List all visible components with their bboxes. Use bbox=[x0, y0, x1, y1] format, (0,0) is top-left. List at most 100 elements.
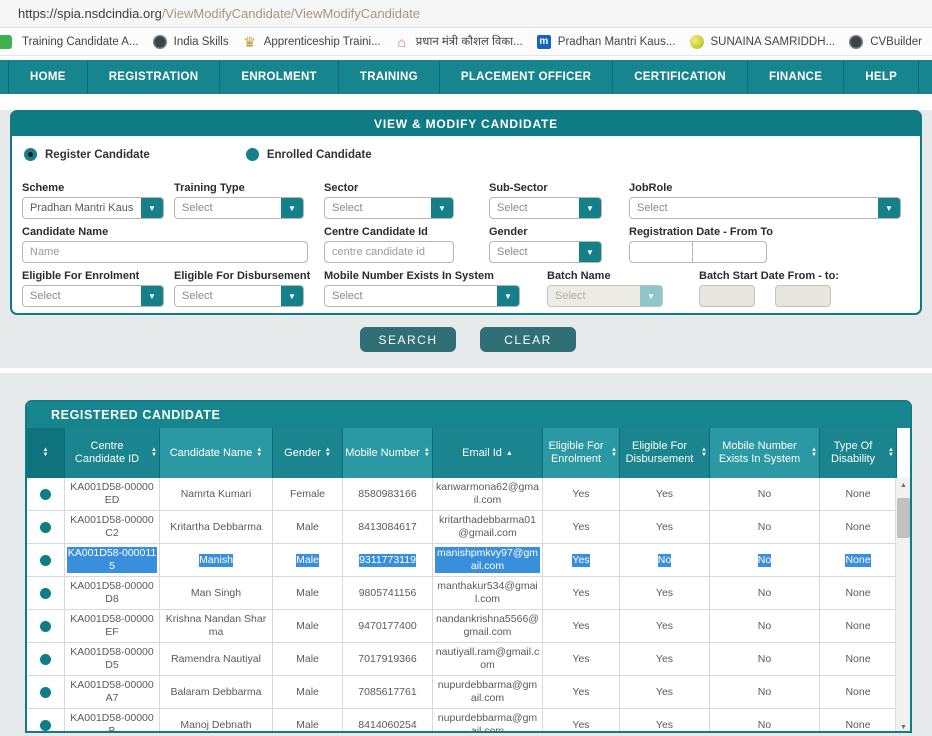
table-row[interactable]: KA001D58-00000C2Kritartha DebbarmaMale84… bbox=[27, 511, 910, 544]
cell-candidate-name: Namrta Kumari bbox=[160, 478, 273, 510]
scheme-select[interactable]: Pradhan Mantri Kaus ▼ bbox=[22, 197, 164, 219]
cell-mobile-number-exists-in-system: No bbox=[710, 676, 820, 708]
nav-item-training[interactable]: TRAINING bbox=[339, 60, 440, 94]
row-radio-icon[interactable] bbox=[40, 522, 51, 533]
bookmark-item[interactable]: SUNAINA SAMRIDDH... bbox=[689, 34, 836, 50]
column-header-eligible-for-disbursement[interactable]: Eligible For Disbursement▲▼ bbox=[620, 428, 710, 478]
table-row[interactable]: KA001D58-00000D8Man SinghMale9805741156m… bbox=[27, 577, 910, 610]
eligible-for-enrolment-select[interactable]: Select ▼ bbox=[22, 285, 164, 307]
row-radio-icon[interactable] bbox=[40, 720, 51, 731]
nav-item-placement-officer[interactable]: PLACEMENT OFFICER bbox=[440, 60, 613, 94]
nav-item-home[interactable]: HOME bbox=[8, 60, 88, 94]
sub-sector-label: Sub-Sector bbox=[489, 182, 602, 194]
cell-mobile-number: 9470177400 bbox=[343, 610, 433, 642]
eligible-for-disbursement-select[interactable]: Select ▼ bbox=[174, 285, 304, 307]
row-radio-icon[interactable] bbox=[40, 621, 51, 632]
cell-eligible-for-enrolment: Yes bbox=[543, 577, 620, 609]
column-header-select[interactable]: ▲▼ bbox=[27, 428, 65, 478]
row-radio-icon[interactable] bbox=[40, 588, 51, 599]
row-radio-icon[interactable] bbox=[40, 687, 51, 698]
row-radio-icon[interactable] bbox=[40, 489, 51, 500]
cell-mobile-number-exists-in-system: No bbox=[710, 709, 820, 733]
table-row[interactable]: KA001D58-00000BManoj DebnathMale84140602… bbox=[27, 709, 910, 733]
chevron-down-icon: ▼ bbox=[640, 285, 662, 307]
nav-item-registration[interactable]: REGISTRATION bbox=[88, 60, 221, 94]
row-radio-icon[interactable] bbox=[40, 555, 51, 566]
bookmark-item[interactable]: ♛Apprenticeship Traini... bbox=[242, 34, 381, 50]
cell-type-of-disability: None bbox=[820, 709, 897, 733]
batch-start-date-label: Batch Start Date From - to: bbox=[699, 270, 899, 282]
mobile-number-exists-select[interactable]: Select ▼ bbox=[324, 285, 520, 307]
table-row[interactable]: KA001D58-00000D5Ramendra NautiyalMale701… bbox=[27, 643, 910, 676]
row-select-cell bbox=[27, 577, 65, 609]
cell-text: Yes bbox=[656, 719, 673, 732]
bookmark-label: Training Candidate A... bbox=[22, 36, 139, 48]
scroll-thumb[interactable] bbox=[897, 498, 910, 538]
cell-mobile-number: 9311773119 bbox=[343, 544, 433, 576]
bookmark-item[interactable]: ⌂प्रधान मंत्री कौशल विका... bbox=[394, 34, 523, 50]
table-row[interactable]: KA001D58-0000115ManishMale9311773119mani… bbox=[27, 544, 910, 577]
table-scrollbar[interactable]: ▲ ▼ bbox=[895, 478, 910, 733]
candidate-name-input[interactable] bbox=[22, 241, 308, 263]
scroll-up-button[interactable]: ▲ bbox=[896, 478, 911, 493]
cell-text: nautiyall.ram@gmail.com bbox=[435, 646, 540, 672]
cell-text: No bbox=[758, 554, 771, 567]
centre-candidate-id-input[interactable] bbox=[324, 241, 454, 263]
table-row[interactable]: KA001D58-00000A7Balaram DebbarmaMale7085… bbox=[27, 676, 910, 709]
column-header-mobile-number-exists-in-system[interactable]: Mobile Number Exists In System▲▼ bbox=[710, 428, 820, 478]
bookmark-item[interactable]: CVBuilder bbox=[848, 34, 922, 50]
sector-select[interactable]: Select ▼ bbox=[324, 197, 454, 219]
bookmark-label: Pradhan Mantri Kaus... bbox=[558, 36, 676, 48]
scroll-down-button[interactable]: ▼ bbox=[896, 720, 911, 733]
bookmark-item[interactable]: mPradhan Mantri Kaus... bbox=[536, 34, 676, 50]
column-header-candidate-name[interactable]: Candidate Name▲▼ bbox=[160, 428, 273, 478]
cell-text: Male bbox=[296, 653, 319, 666]
radio-register-candidate[interactable]: Register Candidate bbox=[24, 148, 150, 161]
table-row[interactable]: KA001D58-00000EFKrishna Nandan SharmaMal… bbox=[27, 610, 910, 643]
table-row[interactable]: KA001D58-00000EDNamrta KumariFemale85809… bbox=[27, 478, 910, 511]
cell-type-of-disability: None bbox=[820, 478, 897, 510]
nav-item-enrolment[interactable]: ENROLMENT bbox=[220, 60, 339, 94]
column-header-eligible-for-enrolment[interactable]: Eligible For Enrolment▲▼ bbox=[543, 428, 620, 478]
cell-email-id: nandankrishna5566@gmail.com bbox=[433, 610, 543, 642]
main-nav: HOMEREGISTRATIONENROLMENTTRAININGPLACEME… bbox=[0, 60, 932, 94]
bookmark-item[interactable]: India Skills bbox=[152, 34, 229, 50]
nav-item-certification[interactable]: CERTIFICATION bbox=[613, 60, 748, 94]
column-header-centre-candidate-id[interactable]: Centre Candidate ID▲▼ bbox=[65, 428, 160, 478]
cell-centre-candidate-id: KA001D58-00000D5 bbox=[65, 643, 160, 675]
bookmark-item[interactable]: Training Candidate A... bbox=[0, 34, 139, 50]
column-header-type-of-disability[interactable]: Type Of Disability▲▼ bbox=[820, 428, 897, 478]
bookmark-label: India Skills bbox=[174, 36, 229, 48]
sub-sector-select[interactable]: Select ▼ bbox=[489, 197, 602, 219]
jobrole-label: JobRole bbox=[629, 182, 901, 194]
column-header-email-id[interactable]: Email Id▲ bbox=[433, 428, 543, 478]
clear-button[interactable]: CLEAR bbox=[480, 327, 576, 352]
registration-date-label: Registration Date - From To bbox=[629, 226, 769, 238]
nav-item-finance[interactable]: FINANCE bbox=[748, 60, 844, 94]
radio-enrolled-candidate[interactable]: Enrolled Candidate bbox=[246, 148, 372, 161]
training-type-select[interactable]: Select ▼ bbox=[174, 197, 304, 219]
cell-eligible-for-enrolment: Yes bbox=[543, 676, 620, 708]
url-bar[interactable]: https://spia.nsdcindia.org/ViewModifyCan… bbox=[0, 0, 932, 28]
radio-button-icon[interactable] bbox=[246, 148, 259, 161]
column-header-mobile-number[interactable]: Mobile Number▲▼ bbox=[343, 428, 433, 478]
cell-text: No bbox=[758, 719, 771, 732]
cell-mobile-number-exists-in-system: No bbox=[710, 610, 820, 642]
sort-icon: ▲▼ bbox=[888, 448, 894, 458]
nav-item-help[interactable]: HELP bbox=[844, 60, 919, 94]
column-header-gender[interactable]: Gender▲▼ bbox=[273, 428, 343, 478]
cell-text: Yes bbox=[656, 686, 673, 699]
row-radio-icon[interactable] bbox=[40, 654, 51, 665]
gender-select[interactable]: Select ▼ bbox=[489, 241, 602, 263]
search-button[interactable]: SEARCH bbox=[360, 327, 456, 352]
cell-text: KA001D58-00000A7 bbox=[67, 679, 157, 705]
page-title: VIEW & MODIFY CANDIDATE bbox=[12, 112, 920, 136]
registration-date-to-input[interactable] bbox=[693, 241, 767, 263]
cell-centre-candidate-id: KA001D58-00000B bbox=[65, 709, 160, 733]
training-type-label: Training Type bbox=[174, 182, 304, 194]
radio-button-icon[interactable] bbox=[24, 148, 37, 161]
jobrole-select[interactable]: Select ▼ bbox=[629, 197, 901, 219]
registration-date-from-input[interactable] bbox=[629, 241, 693, 263]
cell-text: Male bbox=[296, 554, 319, 567]
sort-icon: ▲▼ bbox=[43, 448, 49, 458]
